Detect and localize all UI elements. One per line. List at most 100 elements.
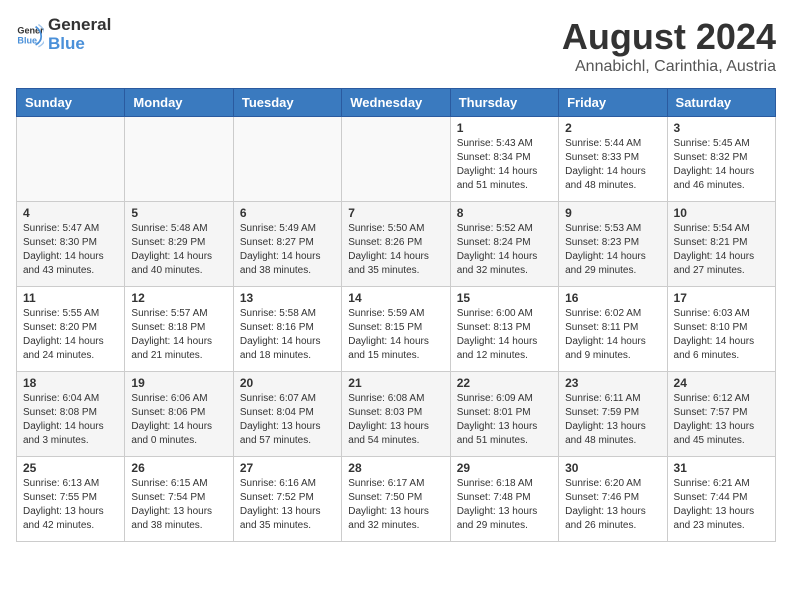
calendar-cell: 20 Sunrise: 6:07 AM Sunset: 8:04 PM Dayli… xyxy=(233,372,341,457)
day-number: 28 xyxy=(348,461,443,475)
calendar-cell: 25 Sunrise: 6:13 AM Sunset: 7:55 PM Dayli… xyxy=(17,457,125,542)
day-info: Sunrise: 6:02 AM Sunset: 8:11 PM Dayligh… xyxy=(565,307,660,363)
logo-text-blue: Blue xyxy=(48,35,111,54)
day-info: Sunrise: 6:16 AM Sunset: 7:52 PM Dayligh… xyxy=(240,477,335,533)
day-info: Sunrise: 6:00 AM Sunset: 8:13 PM Dayligh… xyxy=(457,307,552,363)
svg-text:Blue: Blue xyxy=(17,35,37,45)
day-number: 20 xyxy=(240,376,335,390)
calendar-cell: 16 Sunrise: 6:02 AM Sunset: 8:11 PM Dayli… xyxy=(559,287,667,372)
day-info: Sunrise: 5:53 AM Sunset: 8:23 PM Dayligh… xyxy=(565,222,660,278)
calendar-cell: 15 Sunrise: 6:00 AM Sunset: 8:13 PM Dayli… xyxy=(450,287,558,372)
day-info: Sunrise: 6:20 AM Sunset: 7:46 PM Dayligh… xyxy=(565,477,660,533)
calendar-cell: 7 Sunrise: 5:50 AM Sunset: 8:26 PM Daylig… xyxy=(342,202,450,287)
calendar-cell: 26 Sunrise: 6:15 AM Sunset: 7:54 PM Dayli… xyxy=(125,457,233,542)
day-number: 25 xyxy=(23,461,118,475)
day-number: 22 xyxy=(457,376,552,390)
day-info: Sunrise: 5:52 AM Sunset: 8:24 PM Dayligh… xyxy=(457,222,552,278)
day-info: Sunrise: 5:44 AM Sunset: 8:33 PM Dayligh… xyxy=(565,137,660,193)
day-info: Sunrise: 6:13 AM Sunset: 7:55 PM Dayligh… xyxy=(23,477,118,533)
day-number: 8 xyxy=(457,206,552,220)
calendar-cell: 8 Sunrise: 5:52 AM Sunset: 8:24 PM Daylig… xyxy=(450,202,558,287)
day-info: Sunrise: 5:55 AM Sunset: 8:20 PM Dayligh… xyxy=(23,307,118,363)
day-number: 15 xyxy=(457,291,552,305)
calendar-cell: 2Sunrise: 5:44 AM Sunset: 8:33 PM Daylig… xyxy=(559,117,667,202)
calendar-cell: 11 Sunrise: 5:55 AM Sunset: 8:20 PM Dayli… xyxy=(17,287,125,372)
calendar-cell: 24 Sunrise: 6:12 AM Sunset: 7:57 PM Dayli… xyxy=(667,372,775,457)
calendar-cell: 22Sunrise: 6:09 AM Sunset: 8:01 PM Dayli… xyxy=(450,372,558,457)
calendar-cell: 19 Sunrise: 6:06 AM Sunset: 8:06 PM Dayli… xyxy=(125,372,233,457)
calendar-week-row: 25 Sunrise: 6:13 AM Sunset: 7:55 PM Dayli… xyxy=(17,457,776,542)
calendar-cell xyxy=(125,117,233,202)
calendar-header-friday: Friday xyxy=(559,89,667,117)
day-number: 30 xyxy=(565,461,660,475)
calendar-week-row: 1 Sunrise: 5:43 AM Sunset: 8:34 PM Daylig… xyxy=(17,117,776,202)
logo-icon: General Blue xyxy=(16,21,44,49)
calendar-week-row: 11 Sunrise: 5:55 AM Sunset: 8:20 PM Dayli… xyxy=(17,287,776,372)
month-year-title: August 2024 xyxy=(562,16,776,58)
logo: General Blue General Blue xyxy=(16,16,111,53)
calendar-cell: 21Sunrise: 6:08 AM Sunset: 8:03 PM Dayli… xyxy=(342,372,450,457)
calendar-cell xyxy=(342,117,450,202)
calendar-cell: 6Sunrise: 5:49 AM Sunset: 8:27 PM Daylig… xyxy=(233,202,341,287)
day-info: Sunrise: 5:59 AM Sunset: 8:15 PM Dayligh… xyxy=(348,307,443,363)
day-info: Sunrise: 5:58 AM Sunset: 8:16 PM Dayligh… xyxy=(240,307,335,363)
day-info: Sunrise: 5:45 AM Sunset: 8:32 PM Dayligh… xyxy=(674,137,769,193)
calendar-cell: 27 Sunrise: 6:16 AM Sunset: 7:52 PM Dayli… xyxy=(233,457,341,542)
calendar-cell: 17 Sunrise: 6:03 AM Sunset: 8:10 PM Dayli… xyxy=(667,287,775,372)
calendar-cell: 5 Sunrise: 5:48 AM Sunset: 8:29 PM Daylig… xyxy=(125,202,233,287)
logo-text-general: General xyxy=(48,16,111,35)
title-section: August 2024 Annabichl, Carinthia, Austri… xyxy=(562,16,776,76)
day-number: 14 xyxy=(348,291,443,305)
calendar-cell: 13Sunrise: 5:58 AM Sunset: 8:16 PM Dayli… xyxy=(233,287,341,372)
day-number: 21 xyxy=(348,376,443,390)
day-number: 10 xyxy=(674,206,769,220)
day-info: Sunrise: 6:03 AM Sunset: 8:10 PM Dayligh… xyxy=(674,307,769,363)
day-info: Sunrise: 6:04 AM Sunset: 8:08 PM Dayligh… xyxy=(23,392,118,448)
day-number: 6 xyxy=(240,206,335,220)
calendar-cell: 18Sunrise: 6:04 AM Sunset: 8:08 PM Dayli… xyxy=(17,372,125,457)
day-info: Sunrise: 6:12 AM Sunset: 7:57 PM Dayligh… xyxy=(674,392,769,448)
day-info: Sunrise: 5:48 AM Sunset: 8:29 PM Dayligh… xyxy=(131,222,226,278)
day-number: 9 xyxy=(565,206,660,220)
day-info: Sunrise: 6:15 AM Sunset: 7:54 PM Dayligh… xyxy=(131,477,226,533)
day-info: Sunrise: 5:43 AM Sunset: 8:34 PM Dayligh… xyxy=(457,137,552,193)
calendar-cell: 1 Sunrise: 5:43 AM Sunset: 8:34 PM Daylig… xyxy=(450,117,558,202)
day-info: Sunrise: 5:54 AM Sunset: 8:21 PM Dayligh… xyxy=(674,222,769,278)
day-number: 27 xyxy=(240,461,335,475)
day-number: 31 xyxy=(674,461,769,475)
calendar-header-wednesday: Wednesday xyxy=(342,89,450,117)
day-number: 7 xyxy=(348,206,443,220)
day-number: 23 xyxy=(565,376,660,390)
day-number: 5 xyxy=(131,206,226,220)
location-title: Annabichl, Carinthia, Austria xyxy=(562,58,776,76)
calendar-cell: 3 Sunrise: 5:45 AM Sunset: 8:32 PM Daylig… xyxy=(667,117,775,202)
day-number: 19 xyxy=(131,376,226,390)
day-info: Sunrise: 5:57 AM Sunset: 8:18 PM Dayligh… xyxy=(131,307,226,363)
calendar-cell: 12Sunrise: 5:57 AM Sunset: 8:18 PM Dayli… xyxy=(125,287,233,372)
day-number: 26 xyxy=(131,461,226,475)
day-number: 1 xyxy=(457,121,552,135)
calendar-cell: 28 Sunrise: 6:17 AM Sunset: 7:50 PM Dayli… xyxy=(342,457,450,542)
day-info: Sunrise: 6:17 AM Sunset: 7:50 PM Dayligh… xyxy=(348,477,443,533)
page-header: General Blue General Blue August 2024 An… xyxy=(16,16,776,76)
day-info: Sunrise: 6:07 AM Sunset: 8:04 PM Dayligh… xyxy=(240,392,335,448)
day-info: Sunrise: 6:18 AM Sunset: 7:48 PM Dayligh… xyxy=(457,477,552,533)
calendar-cell: 31Sunrise: 6:21 AM Sunset: 7:44 PM Dayli… xyxy=(667,457,775,542)
calendar-header-sunday: Sunday xyxy=(17,89,125,117)
day-number: 3 xyxy=(674,121,769,135)
calendar-cell: 29 Sunrise: 6:18 AM Sunset: 7:48 PM Dayli… xyxy=(450,457,558,542)
day-number: 17 xyxy=(674,291,769,305)
calendar-cell: 9 Sunrise: 5:53 AM Sunset: 8:23 PM Daylig… xyxy=(559,202,667,287)
day-number: 24 xyxy=(674,376,769,390)
calendar-week-row: 18Sunrise: 6:04 AM Sunset: 8:08 PM Dayli… xyxy=(17,372,776,457)
day-number: 16 xyxy=(565,291,660,305)
day-number: 11 xyxy=(23,291,118,305)
day-number: 29 xyxy=(457,461,552,475)
day-info: Sunrise: 5:50 AM Sunset: 8:26 PM Dayligh… xyxy=(348,222,443,278)
calendar-header-saturday: Saturday xyxy=(667,89,775,117)
day-number: 4 xyxy=(23,206,118,220)
calendar-cell xyxy=(233,117,341,202)
calendar-header-thursday: Thursday xyxy=(450,89,558,117)
day-info: Sunrise: 6:06 AM Sunset: 8:06 PM Dayligh… xyxy=(131,392,226,448)
calendar-header-monday: Monday xyxy=(125,89,233,117)
